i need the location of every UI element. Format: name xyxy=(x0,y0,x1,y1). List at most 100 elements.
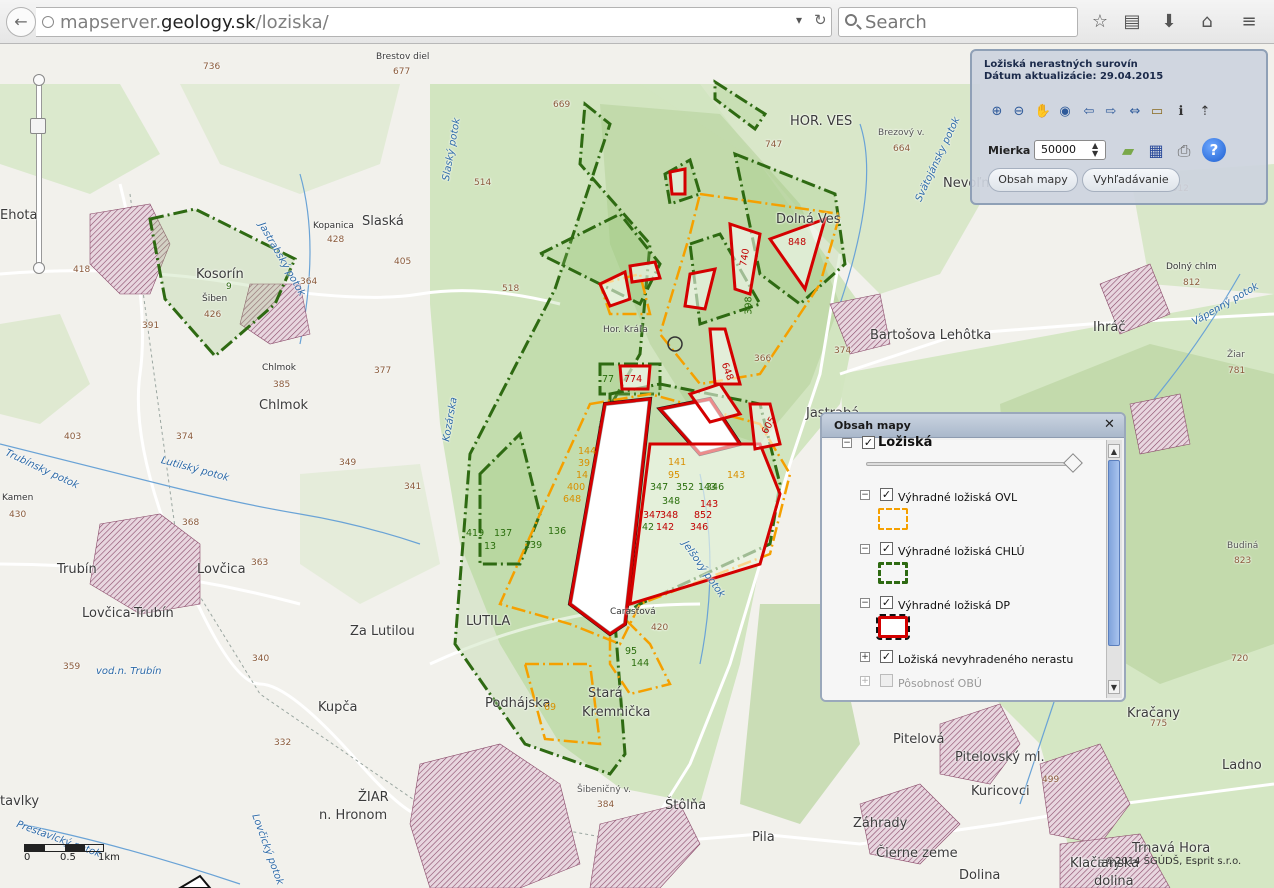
app-title: Ložiská nerastných surovín xyxy=(984,59,1138,70)
deposit-number: 14 xyxy=(576,470,589,481)
browser-toolbar: ← mapserver.geology.sk/loziska/ ▾ ↻ Sear… xyxy=(0,0,1274,44)
opacity-slider-rail[interactable] xyxy=(866,462,1076,466)
layer-checkbox[interactable]: ✓ xyxy=(862,436,875,449)
url-text[interactable]: mapserver.geology.sk/loziska/ xyxy=(60,12,329,33)
back-icon[interactable]: ⇦ xyxy=(1080,103,1098,121)
print-icon[interactable]: ⎙ xyxy=(1172,139,1196,163)
layer-label: Výhradné ložiská CHLÚ xyxy=(898,545,1025,558)
scroll-up-icon[interactable]: ▲ xyxy=(1108,444,1120,458)
search-button[interactable]: Vyhľadávanie xyxy=(1082,168,1180,192)
layer-checkbox[interactable]: ✓ xyxy=(880,596,893,609)
place-label: Kupča xyxy=(318,700,358,715)
forward-icon[interactable]: ⇨ xyxy=(1102,103,1120,121)
copyright-text: ©2014 ŠGÚDŠ, Esprit s.r.o. xyxy=(1105,856,1242,867)
scale-label: 1km xyxy=(98,852,120,863)
url-dropdown-icon[interactable]: ▾ xyxy=(796,13,802,27)
layer-label: Výhradné ložiská OVL xyxy=(898,491,1018,504)
zoom-out-end-icon[interactable] xyxy=(33,262,45,274)
search-icon xyxy=(845,14,857,26)
deposit-number: 419 xyxy=(466,528,485,539)
elevation-label: 418 xyxy=(73,265,91,275)
layer-checkbox[interactable]: ✓ xyxy=(880,542,893,555)
place-label: Kremnička xyxy=(582,705,651,720)
collapse-icon[interactable]: − xyxy=(860,544,870,554)
select-icon[interactable]: ⇡ xyxy=(1196,103,1214,121)
deposit-number: 398 xyxy=(743,296,755,315)
place-label: Dolný chlm xyxy=(1166,262,1217,272)
place-label: Stará xyxy=(588,686,623,701)
layers-scrollbar-thumb[interactable] xyxy=(1108,460,1120,646)
url-bar[interactable]: mapserver.geology.sk/loziska/ ▾ ↻ xyxy=(36,7,832,37)
deposit-number: 69 xyxy=(544,702,557,713)
help-icon[interactable]: ? xyxy=(1202,138,1226,162)
elevation-label: 340 xyxy=(252,654,270,664)
collapse-icon[interactable]: − xyxy=(860,490,870,500)
expand-icon[interactable]: + xyxy=(860,676,870,686)
back-arrow-icon[interactable]: ← xyxy=(6,7,36,37)
zoom-in-icon[interactable]: ⊕ xyxy=(988,103,1006,121)
layer-checkbox[interactable] xyxy=(880,674,893,687)
place-label: Dolina xyxy=(959,868,1001,883)
scale-bar-segment xyxy=(65,845,85,851)
map-info-panel: Ložiská nerastných surovín Dátum aktuali… xyxy=(970,49,1268,205)
elevation-label: 812 xyxy=(1183,278,1201,288)
place-label: Lovčica-Trubín xyxy=(82,606,174,621)
expand-icon[interactable]: + xyxy=(860,652,870,662)
zoom-out-icon[interactable]: ⊖ xyxy=(1010,103,1028,121)
elevation-label: 781 xyxy=(1228,366,1246,376)
deposit-number: 77 xyxy=(602,374,615,385)
download-icon[interactable]: ⬇ xyxy=(1157,10,1181,34)
reload-icon[interactable]: ↻ xyxy=(814,11,827,29)
deposit-number: 852 xyxy=(694,510,713,521)
info-icon[interactable]: ℹ xyxy=(1172,103,1190,121)
layer-checkbox[interactable]: ✓ xyxy=(880,650,893,663)
search-box[interactable]: Search xyxy=(838,7,1078,37)
menu-icon[interactable]: ≡ xyxy=(1237,10,1261,34)
layers-tree: − ✓ Ložiská − ✓ Výhradné ložiská OVL − ✓… xyxy=(822,435,1106,700)
elevation-label: 420 xyxy=(651,623,669,633)
zoom-slider-knob[interactable] xyxy=(30,118,46,134)
deposit-number: 347 xyxy=(650,482,669,493)
place-label: n. Hronom xyxy=(319,808,388,823)
scale-label: 0 xyxy=(24,852,31,863)
collapse-icon[interactable]: − xyxy=(842,438,852,448)
zoom-slider-rail[interactable] xyxy=(36,79,42,269)
table-export-icon[interactable]: ▦ xyxy=(1144,139,1168,163)
reading-list-icon[interactable]: ▤ xyxy=(1120,10,1144,34)
place-label: Brezový v. xyxy=(878,128,925,138)
deposit-number: 143 xyxy=(700,499,719,510)
elevation-label: 359 xyxy=(63,662,81,672)
zoom-in-end-icon[interactable] xyxy=(33,74,45,86)
search-input[interactable]: Search xyxy=(865,12,927,33)
layers-icon[interactable]: ▰ xyxy=(1116,139,1140,163)
deposit-number: 143 xyxy=(727,470,746,481)
deposit-number: 346 xyxy=(690,522,709,533)
layers-panel-header[interactable]: Obsah mapy ✕ xyxy=(822,414,1124,438)
layer-label: Výhradné ložiská DP xyxy=(898,599,1011,612)
ruler-icon[interactable]: ▭ xyxy=(1148,103,1166,121)
place-label: Ehota xyxy=(0,208,38,223)
scale-spinner-icon[interactable]: ▲ ▼ xyxy=(1092,142,1098,158)
content-button[interactable]: Obsah mapy xyxy=(988,168,1078,192)
opacity-slider-knob[interactable] xyxy=(1063,453,1083,473)
close-icon[interactable]: ✕ xyxy=(1104,417,1115,432)
measure-icon[interactable]: ⇔ xyxy=(1126,103,1144,121)
deposit-number: 348 xyxy=(662,496,681,507)
elevation-label: 363 xyxy=(251,558,269,568)
pan-hand-icon[interactable]: ✋ xyxy=(1034,103,1052,121)
layer-checkbox[interactable]: ✓ xyxy=(880,488,893,501)
collapse-icon[interactable]: − xyxy=(860,598,870,608)
scroll-down-icon[interactable]: ▼ xyxy=(1108,680,1120,694)
elevation-label: 518 xyxy=(502,284,520,294)
place-label: Ihráč xyxy=(1093,320,1126,335)
elevation-label: 332 xyxy=(274,738,292,748)
deposit-number: 848 xyxy=(788,237,807,248)
home-icon[interactable]: ⌂ xyxy=(1195,10,1219,34)
place-label: Šiben xyxy=(202,294,228,304)
place-label: Budiná xyxy=(1227,541,1259,551)
elevation-label: 368 xyxy=(182,518,200,528)
elevation-label: 377 xyxy=(374,366,392,376)
bookmark-star-icon[interactable]: ☆ xyxy=(1088,10,1112,34)
zoom-extent-icon[interactable]: ◉ xyxy=(1056,103,1074,121)
elevation-label: 403 xyxy=(64,432,82,442)
